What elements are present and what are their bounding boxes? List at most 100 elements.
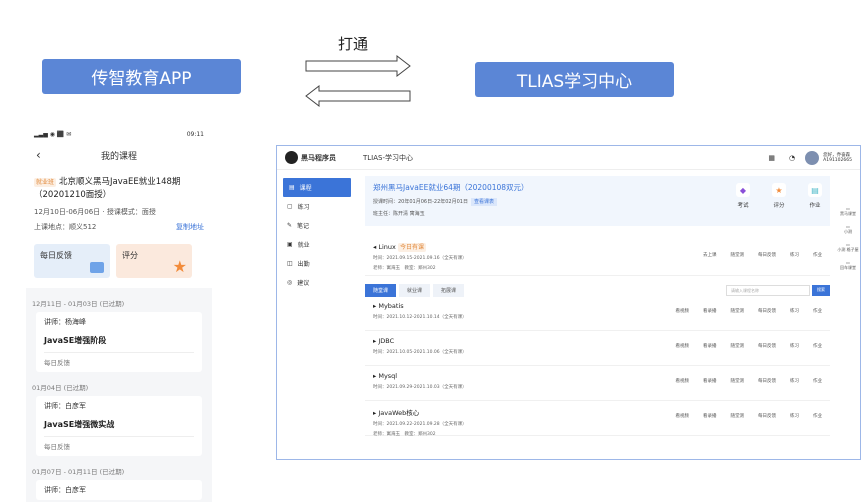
user-id: A191102665 xyxy=(823,158,852,163)
lesson-teacher: 讲师：杨海峰 xyxy=(44,318,86,326)
web-title: TLIAS-学习中心 xyxy=(363,153,413,162)
op-button[interactable]: 练习 xyxy=(790,252,799,258)
course-ops: 看视频 看录播 随堂测 每日反馈 练习 作业 xyxy=(676,343,823,349)
op-button[interactable]: 看视频 xyxy=(676,343,690,349)
op-button[interactable]: 看录播 xyxy=(703,343,717,349)
op-button[interactable]: 看视频 xyxy=(676,308,690,314)
homework-icon: ▤ xyxy=(808,183,822,197)
homework-button[interactable]: ▤ 作业 xyxy=(808,183,822,209)
today-course-row: ◂ Linux 今日有课 时间：2021.09.15-2021.09.16（全天… xyxy=(365,236,830,276)
course-name-text: Mysql xyxy=(378,372,398,380)
sidebar-item-course[interactable]: ▤ 课程 xyxy=(283,178,351,197)
sidebar-item-notes[interactable]: ✎ 笔记 xyxy=(277,216,357,235)
search-input[interactable]: 请输入课程名称 xyxy=(726,284,810,296)
tool-quiz-grid[interactable]: ▭ 小测 格子屋 xyxy=(837,242,858,253)
op-button[interactable]: 看录播 xyxy=(703,378,717,384)
section-date: 01月04日 (已过期) xyxy=(32,384,89,392)
course-name-text: JDBC xyxy=(378,337,395,345)
nav-bar: ‹ 我的课程 xyxy=(26,142,212,168)
tab-inclass[interactable]: 随堂课 xyxy=(365,283,397,297)
lesson-feedback[interactable]: 每日反馈 xyxy=(44,436,194,451)
sidebar-label: 建议 xyxy=(297,280,310,287)
logo-text: 黑马程序员 xyxy=(301,153,336,162)
avatar[interactable] xyxy=(805,150,820,165)
op-button[interactable]: 看录播 xyxy=(703,413,717,419)
bell-icon[interactable]: ◔ xyxy=(789,154,795,162)
tab-extension[interactable]: 拓展课 xyxy=(433,283,465,297)
view-schedule-button[interactable]: 查看课表 xyxy=(470,198,497,206)
op-button[interactable]: 作业 xyxy=(813,252,822,258)
op-button[interactable]: 作业 xyxy=(813,378,822,384)
op-button[interactable]: 作业 xyxy=(813,308,822,314)
op-button[interactable]: 看录播 xyxy=(703,308,717,314)
class-teacher: 班主任：陈开清 寓海玉 xyxy=(373,211,425,217)
op-button[interactable]: 去上课 xyxy=(703,252,717,258)
lesson-card[interactable]: 讲师：白彦军 JavaSE增强微实战 每日反馈 xyxy=(36,396,202,456)
op-button[interactable]: 练习 xyxy=(790,413,799,419)
op-button[interactable]: 看视频 xyxy=(676,413,690,419)
sidebar-item-suggest[interactable]: ◎ 建议 xyxy=(277,273,357,292)
sidebar: ▤ 课程 ▢ 练习 ✎ 笔记 ▣ 就业 ◫ 出勤 ◎ 建议 xyxy=(277,171,357,459)
homework-label: 作业 xyxy=(809,203,821,209)
sidebar-item-jobs[interactable]: ▣ 就业 xyxy=(277,235,357,254)
op-button[interactable]: 练习 xyxy=(790,378,799,384)
course-time: 时间：2021.09.29-2021.10.03（全天有课） xyxy=(373,385,467,390)
course-ops: 看视频 看录播 随堂测 每日反馈 练习 作业 xyxy=(676,413,823,419)
lesson-card[interactable]: 讲师：杨海峰 JavaSE增强阶段 每日反馈 xyxy=(36,312,202,372)
exam-button[interactable]: ◆ 考试 xyxy=(736,183,750,209)
back-icon[interactable]: ‹ xyxy=(36,148,41,162)
course-list: ▸ Mybatis 时间：2021.10.12-2021.10.14（全天有课）看… xyxy=(365,296,830,437)
op-button[interactable]: 每日反馈 xyxy=(758,308,776,314)
op-button[interactable]: 练习 xyxy=(790,308,799,314)
class-time-text: 授课时间：20年01月06日-22年02月01日 xyxy=(373,199,468,205)
lesson-card[interactable]: 讲师：白彦军 xyxy=(36,480,202,500)
sidebar-item-practice[interactable]: ▢ 练习 xyxy=(277,197,357,216)
lesson-feedback[interactable]: 每日反馈 xyxy=(44,352,194,367)
op-button[interactable]: 每日反馈 xyxy=(758,343,776,349)
rating-button[interactable]: ★ 评分 xyxy=(772,183,786,209)
status-time: 09:11 xyxy=(186,130,204,138)
sidebar-label: 出勤 xyxy=(297,261,310,268)
op-button[interactable]: 看视频 xyxy=(676,378,690,384)
sidebar-label: 练习 xyxy=(297,204,310,211)
op-button[interactable]: 每日反馈 xyxy=(758,252,776,258)
copy-address-link[interactable]: 复制地址 xyxy=(176,222,204,232)
tool-heima-class[interactable]: ▭ 黑马课堂 xyxy=(840,206,856,217)
rating-card[interactable]: 评分 ★ xyxy=(116,244,192,278)
op-button[interactable]: 作业 xyxy=(813,343,822,349)
rating-label: 评分 xyxy=(122,251,138,260)
course-time: 时间：2021.10.05-2021.10.06（全天有课） xyxy=(373,350,467,355)
op-button[interactable]: 作业 xyxy=(813,413,822,419)
op-button[interactable]: 随堂测 xyxy=(731,308,745,314)
location-text: 上课地点：顺义512 xyxy=(34,223,97,231)
book-icon: ▤ xyxy=(289,184,295,191)
daily-feedback-card[interactable]: 每日反馈 xyxy=(34,244,110,278)
briefcase-icon: ▣ xyxy=(287,241,293,248)
course-dates: 12月10日-06月06日 · 授课模式：面授 xyxy=(34,207,204,217)
lesson-name: JavaSE增强阶段 xyxy=(44,336,107,345)
banner-actions: ◆ 考试 ★ 评分 ▤ 作业 xyxy=(736,183,822,209)
op-button[interactable]: 随堂测 xyxy=(731,252,745,258)
tlias-box: TLIAS学习中心 xyxy=(475,62,674,97)
lesson-section: 01月04日 (已过期) 讲师：白彦军 JavaSE增强微实战 每日反馈 xyxy=(26,378,212,456)
calendar-icon[interactable]: ▦ xyxy=(768,154,775,162)
op-button[interactable]: 练习 xyxy=(790,343,799,349)
exam-icon: ◆ xyxy=(736,183,750,197)
course-name: ◂ Linux 今日有课 xyxy=(373,243,426,252)
op-button[interactable]: 每日反馈 xyxy=(758,413,776,419)
op-button[interactable]: 每日反馈 xyxy=(758,378,776,384)
sidebar-label: 笔记 xyxy=(297,223,310,230)
op-button[interactable]: 随堂测 xyxy=(731,413,745,419)
mail-icon xyxy=(90,262,104,273)
search-button[interactable]: 搜索 xyxy=(812,284,830,296)
tool-quiz[interactable]: ▭ 小测 xyxy=(844,224,852,235)
lesson-name: JavaSE增强微实战 xyxy=(44,420,115,429)
tool-return-class[interactable]: ▭ 回车课堂 xyxy=(840,260,856,271)
sidebar-item-attendance[interactable]: ◫ 出勤 xyxy=(277,254,357,273)
op-button[interactable]: 随堂测 xyxy=(731,343,745,349)
section-date: 12月11日 - 01月03日 (已过期) xyxy=(32,300,125,308)
op-button[interactable]: 随堂测 xyxy=(731,378,745,384)
course-row: ▸ JavaWeb核心 时间：2021.09.22-2021.09.28（全天有课… xyxy=(365,401,830,437)
rating-label: 评分 xyxy=(773,203,785,209)
tab-jobs[interactable]: 就业课 xyxy=(399,283,431,297)
